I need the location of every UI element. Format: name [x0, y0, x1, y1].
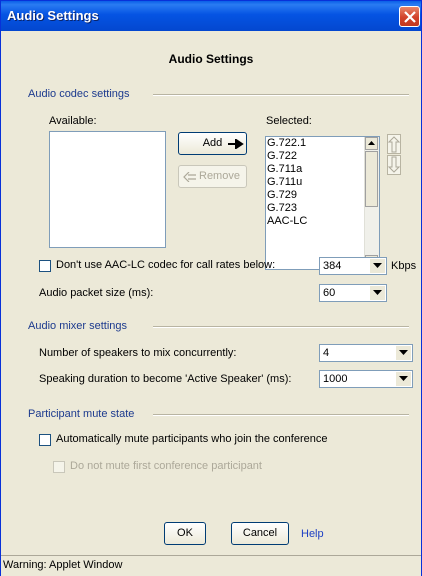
packet-size-dropdown-button[interactable] [370, 286, 385, 300]
selected-item[interactable]: G.722 [266, 150, 379, 163]
arrow-left-icon [183, 172, 196, 182]
mute-section-label: Participant mute state [28, 408, 135, 420]
selected-scrollbar[interactable] [364, 137, 379, 269]
speaking-duration-label: Speaking duration to become 'Active Spea… [39, 373, 292, 385]
speaking-duration-value: 1000 [323, 373, 348, 385]
selected-item[interactable]: G.711u [266, 176, 379, 189]
dialog-body: Audio Settings Audio codec settings Avai… [1, 31, 421, 555]
available-list[interactable] [49, 131, 166, 248]
call-rate-value: 384 [323, 260, 342, 272]
title-bar[interactable]: Audio Settings [1, 1, 421, 31]
auto-mute-label: Automatically mute participants who join… [56, 433, 328, 445]
mixer-section-label: Audio mixer settings [28, 320, 128, 332]
remove-button[interactable]: Remove [178, 165, 247, 188]
speakers-value: 4 [323, 347, 330, 359]
window-title: Audio Settings [7, 8, 99, 23]
speakers-label: Number of speakers to mix concurrently: [39, 347, 237, 359]
speakers-dropdown-button[interactable] [396, 346, 411, 360]
selected-item[interactable]: AAC-LC [266, 215, 379, 228]
packet-size-select[interactable]: 60 [319, 284, 387, 302]
remove-label: Remove [199, 170, 240, 182]
add-label: Add [202, 137, 223, 149]
scroll-thumb[interactable] [365, 151, 378, 207]
close-button[interactable] [399, 6, 420, 27]
help-link[interactable]: Help [301, 528, 324, 540]
move-up-button[interactable] [387, 134, 401, 154]
speaking-duration-select[interactable]: 1000 [319, 370, 413, 388]
first-participant-label: Do not mute first conference participant [70, 460, 262, 472]
mute-divider [153, 414, 409, 416]
applet-window: Audio Settings Audio Settings Audio code… [0, 0, 422, 576]
status-bar: Warning: Applet Window [1, 555, 421, 576]
auto-mute-checkbox[interactable] [39, 434, 51, 446]
dont-use-aac-label: Don't use AAC-LC codec for call rates be… [56, 259, 276, 271]
first-participant-checkbox[interactable] [53, 461, 65, 473]
selected-list[interactable]: G.722.1 G.722 G.711a G.711u G.729 G.723 AAC-LC [265, 136, 380, 270]
codec-section-label: Audio codec settings [28, 88, 130, 100]
call-rate-unit: Kbps [391, 260, 417, 272]
move-down-button[interactable] [387, 155, 401, 175]
move-up-icon [387, 136, 401, 153]
speaking-duration-dropdown-button[interactable] [396, 372, 411, 386]
cancel-button[interactable]: Cancel [231, 522, 289, 545]
selected-items: G.722.1 G.722 G.711a G.711u G.729 G.723 AAC-LC [266, 137, 379, 228]
selected-item[interactable]: G.722.1 [266, 137, 379, 150]
dialog-heading: Audio Settings [168, 52, 254, 66]
packet-size-value: 60 [323, 287, 336, 299]
call-rate-dropdown-button[interactable] [370, 259, 385, 273]
scroll-up-button[interactable] [365, 137, 378, 150]
chevron-down-icon [373, 290, 382, 295]
speakers-select[interactable]: 4 [319, 344, 413, 362]
dont-use-aac-checkbox[interactable] [39, 260, 51, 272]
selected-label: Selected: [266, 115, 312, 127]
selected-item[interactable]: G.723 [266, 202, 379, 215]
ok-button[interactable]: OK [164, 522, 206, 545]
close-icon [404, 11, 416, 23]
mixer-divider [153, 326, 409, 328]
chevron-down-icon [399, 376, 408, 381]
codec-divider [153, 94, 409, 96]
chevron-down-icon [373, 263, 382, 268]
arrow-right-icon [228, 139, 244, 149]
move-down-icon [387, 156, 401, 173]
call-rate-select[interactable]: 384 [319, 257, 387, 275]
packet-size-label: Audio packet size (ms): [39, 287, 154, 299]
chevron-down-icon [399, 350, 408, 355]
available-label: Available: [49, 115, 97, 127]
selected-item[interactable]: G.729 [266, 189, 379, 202]
status-text: Warning: Applet Window [3, 559, 123, 571]
add-button[interactable]: Add [178, 132, 247, 155]
caret-up-icon [368, 141, 375, 145]
selected-item[interactable]: G.711a [266, 163, 379, 176]
